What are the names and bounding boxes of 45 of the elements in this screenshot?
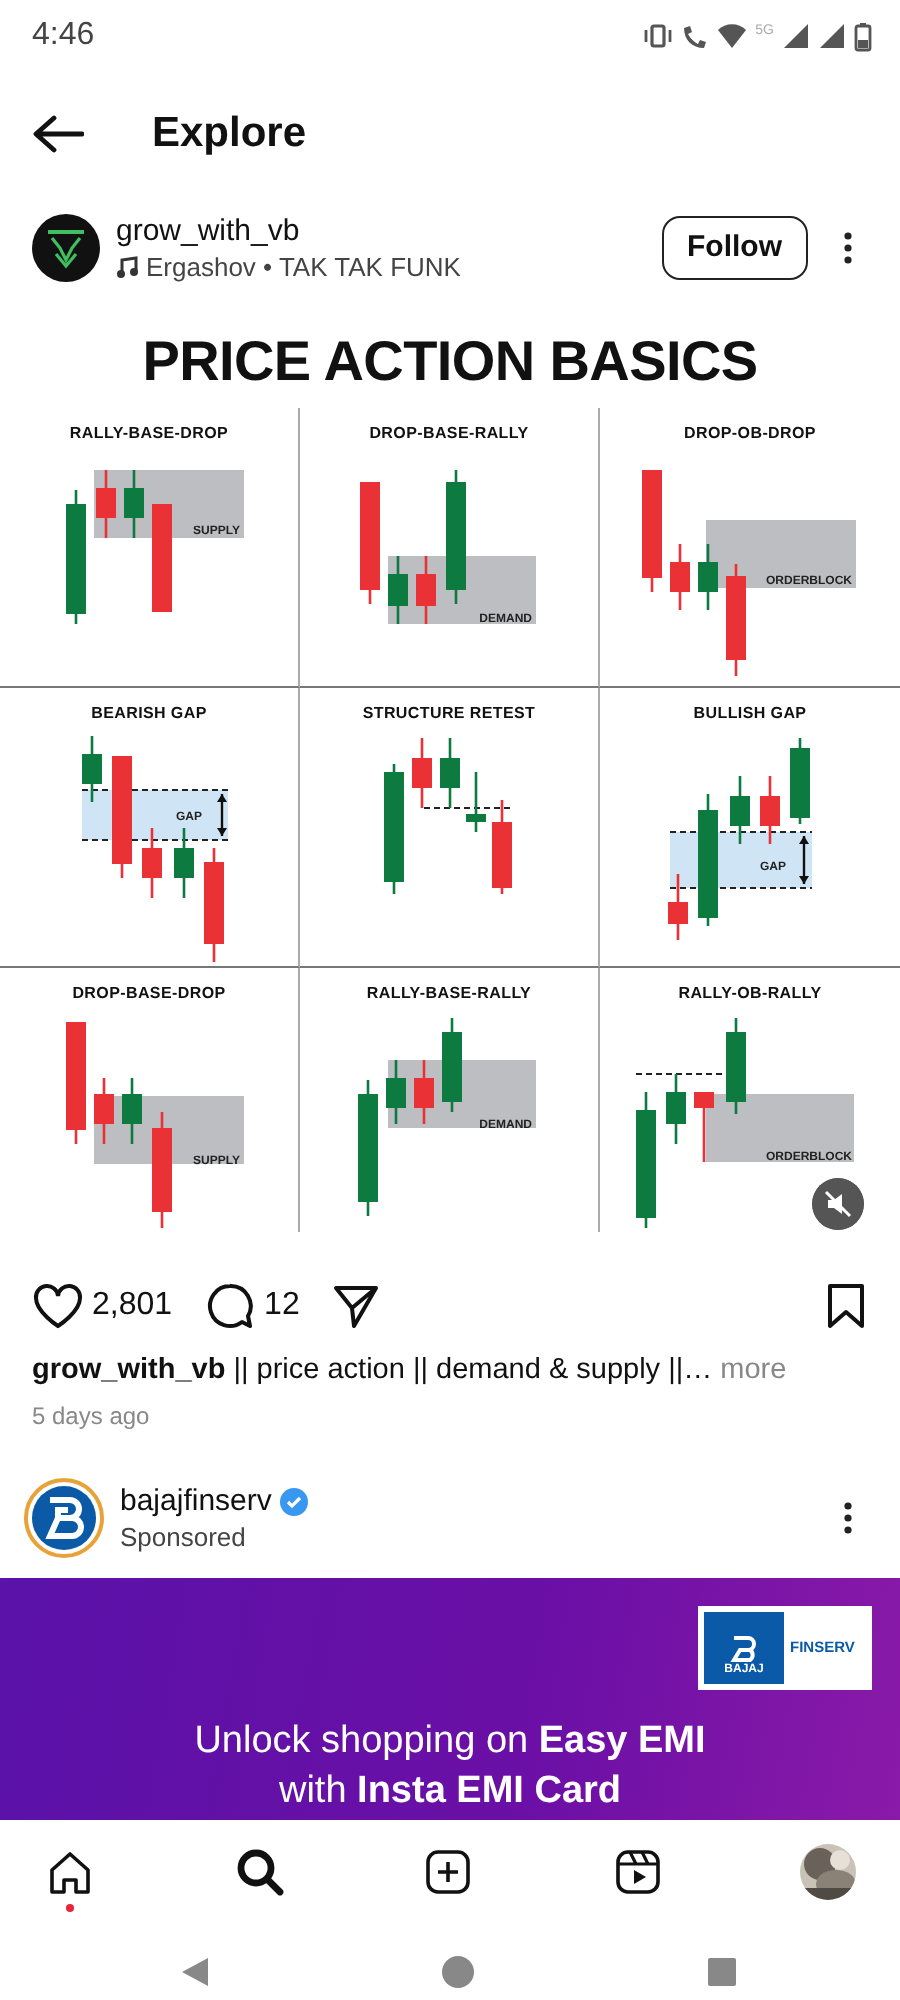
call-icon: [679, 22, 708, 50]
search-icon[interactable]: [233, 1846, 285, 1898]
chart-title: BULLISH GAP: [691, 702, 809, 726]
muted-speaker-icon[interactable]: [812, 1178, 864, 1230]
post-time: 5 days ago: [30, 1400, 152, 1434]
like-icon[interactable]: [32, 1282, 84, 1330]
chart-title: DROP-OB-DROP: [682, 422, 818, 446]
page-title: Explore: [152, 108, 307, 160]
bookmark-icon[interactable]: [824, 1282, 868, 1330]
more-link[interactable]: more: [720, 1350, 787, 1390]
comment-icon[interactable]: [204, 1282, 257, 1330]
chart-title: RALLY-OB-RALLY: [676, 982, 824, 1006]
clock: 4:46: [32, 16, 95, 56]
logo-mark-icon: [730, 1634, 758, 1662]
audio-track-link[interactable]: Ergashov • TAK TAK FUNK: [146, 249, 461, 283]
chart-title: DROP-BASE-DROP: [70, 982, 228, 1006]
comment-count[interactable]: 12: [264, 1282, 300, 1330]
caption: grow_with_vb || price action || demand & supply ||…: [32, 1352, 713, 1390]
chart-title: DROP-BASE-RALLY: [367, 422, 531, 446]
username[interactable]: bajajfinserv: [120, 1483, 272, 1519]
wifi-icon: [715, 22, 748, 50]
home-button-icon[interactable]: [440, 1954, 476, 1990]
ad-headline: Unlock shopping on Easy EMI with Insta EMI Card: [192, 1718, 708, 1816]
chart-title: RALLY-BASE-DROP: [67, 422, 231, 446]
recents-icon[interactable]: [704, 1954, 740, 1990]
chart-title: RALLY-BASE-RALLY: [364, 982, 534, 1006]
like-count[interactable]: 2,801: [92, 1282, 173, 1330]
reels-icon[interactable]: [611, 1846, 663, 1898]
sponsored-label: Sponsored: [120, 1519, 248, 1553]
send-icon[interactable]: [331, 1282, 380, 1330]
avatar-logo-icon[interactable]: [32, 214, 100, 282]
chart-title: BEARISH GAP: [89, 702, 209, 726]
music-icon: [116, 255, 138, 277]
vibrate-icon: [643, 22, 672, 50]
signal-icon: [818, 22, 846, 50]
follow-button[interactable]: Follow: [661, 215, 808, 281]
battery-icon: [854, 21, 872, 51]
home-icon[interactable]: [44, 1846, 96, 1898]
image-title: PRICE ACTION BASICS: [140, 328, 760, 396]
back-icon[interactable]: [32, 114, 84, 154]
add-icon[interactable]: [422, 1846, 474, 1898]
chart-title: STRUCTURE RETEST: [360, 702, 538, 726]
signal-icon: [782, 22, 810, 50]
avatar-logo-icon[interactable]: [24, 1478, 104, 1558]
username[interactable]: grow_with_vb: [116, 213, 661, 249]
